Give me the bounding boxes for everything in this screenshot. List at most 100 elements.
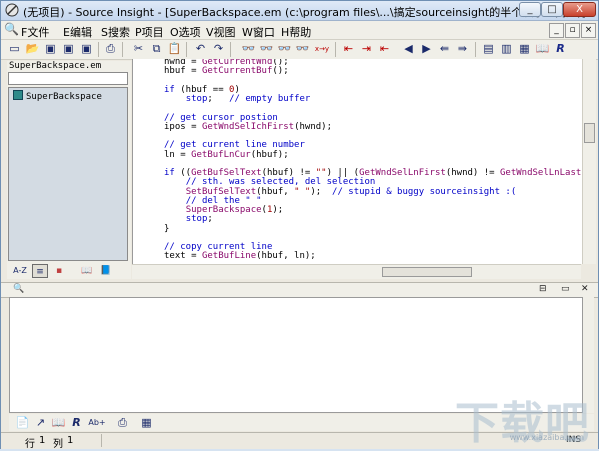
code-token: " "	[294, 186, 311, 197]
code-line[interactable]: SuperBackspace(1);	[164, 205, 582, 215]
code-token: (hbuf);	[250, 149, 289, 160]
code-token: ;	[207, 214, 213, 225]
mdi-restore-button[interactable]: ▫	[565, 23, 580, 38]
status-line-label: 行	[25, 439, 35, 450]
redo-icon[interactable]: ↷	[211, 42, 226, 56]
code-token: stop	[185, 94, 208, 104]
symbol-list[interactable]: SuperBackspace	[8, 87, 128, 261]
bookmark-next-icon[interactable]: ⇥	[359, 42, 374, 56]
code-token: GetBufLine	[201, 251, 257, 262]
code-line[interactable]: text = GetBufLine(hbuf, ln);	[164, 252, 582, 261]
references-icon[interactable]: R	[69, 416, 84, 430]
maximize-button[interactable]: □	[541, 2, 563, 17]
menu-search[interactable]: S搜索	[101, 24, 130, 40]
sidebar-tabs: A-Z ≡ ▪ 📖 📘	[7, 263, 131, 279]
status-line-value: 1	[39, 435, 46, 446]
save-icon[interactable]: ▣	[43, 42, 58, 56]
print-icon[interactable]: ⎙	[103, 42, 118, 56]
toolbar-separator	[186, 42, 187, 57]
open-folder-icon[interactable]: 📂	[25, 42, 40, 56]
menu-edit[interactable]: E编辑	[63, 24, 92, 40]
editor-hscroll-thumb[interactable]	[382, 267, 472, 277]
category-view-tab[interactable]: ▪	[51, 264, 67, 278]
close-file-icon[interactable]: ▣	[79, 42, 94, 56]
mdi-minimize-button[interactable]: _	[549, 23, 564, 38]
editor-vscroll-thumb[interactable]	[584, 123, 595, 143]
panel-dock-icon[interactable]: ⊟	[539, 284, 547, 294]
code-token: text =	[164, 251, 202, 262]
code-line[interactable]: }	[164, 223, 582, 234]
code-token: ;	[207, 94, 230, 104]
function-icon	[13, 90, 23, 100]
menu-options[interactable]: O选项	[170, 24, 201, 40]
lock-context-icon[interactable]: 📄	[15, 416, 30, 430]
book-tab-icon[interactable]: 📘	[98, 264, 114, 278]
code-token: );	[272, 205, 284, 215]
editor-horizontal-scrollbar[interactable]	[132, 264, 581, 279]
menu-file[interactable]: F文件	[21, 24, 49, 40]
minimize-button[interactable]: _	[519, 2, 541, 17]
menu-window[interactable]: W窗口	[242, 24, 275, 40]
panel-restore-icon[interactable]: ▭	[561, 284, 570, 294]
code-line[interactable]: stop;	[164, 215, 582, 224]
toolbar-separator	[230, 42, 231, 57]
find-prev-icon[interactable]: 👓	[277, 42, 292, 56]
relation-window-icon[interactable]: ▥	[499, 42, 514, 56]
code-token: ipos =	[164, 121, 202, 132]
jump-forward-icon[interactable]: ⇛	[455, 42, 470, 56]
copy-icon[interactable]: ⧉	[149, 42, 164, 56]
code-token: }	[164, 223, 170, 234]
code-token: GetBufLnCur	[191, 149, 251, 160]
find-icon[interactable]: 👓	[241, 42, 256, 56]
font-size-icon[interactable]: Ab+	[87, 416, 107, 430]
code-token: (hbuf,	[256, 186, 295, 197]
book-icon[interactable]: 📖	[51, 416, 66, 430]
code-token: stop	[185, 214, 208, 225]
options-icon[interactable]: ▦	[139, 416, 154, 430]
bookmark-icon[interactable]: ⇤	[341, 42, 356, 56]
menu-help[interactable]: H帮助	[281, 24, 311, 40]
menu-view[interactable]: V视图	[206, 24, 236, 40]
search-files-icon[interactable]: 👓	[295, 42, 310, 56]
context-window-icon[interactable]: ▦	[517, 42, 532, 56]
code-editor[interactable]: hwnd = GetCurrentWnd(); hbuf = GetCurrent…	[132, 59, 582, 264]
find-next-icon[interactable]: 👓	[259, 42, 274, 56]
close-button[interactable]: X	[563, 2, 596, 17]
browse-book-icon[interactable]: 📖	[535, 42, 550, 56]
new-file-icon[interactable]: ▭	[7, 42, 22, 56]
browse-tab-icon[interactable]: 📖	[79, 264, 95, 278]
code-token: (hwnd) !=	[445, 168, 500, 178]
code-line[interactable]: hbuf = GetCurrentBuf();	[164, 67, 582, 76]
menu-project[interactable]: P项目	[135, 24, 164, 40]
save-all-icon[interactable]: ▣	[61, 42, 76, 56]
list-view-tab[interactable]: ≡	[32, 264, 48, 278]
panel-close-icon[interactable]: ✕	[581, 284, 589, 294]
code-line[interactable]: ipos = GetWndSelIchFirst(hwnd);	[164, 121, 582, 132]
sort-az-tab[interactable]: A-Z	[11, 264, 29, 278]
mdi-close-button[interactable]: ×	[581, 23, 596, 38]
code-line[interactable]: ln = GetBufLnCur(hbuf);	[164, 149, 582, 160]
bookmark-prev-icon[interactable]: ⇤	[377, 42, 392, 56]
cut-icon[interactable]: ✂	[131, 42, 146, 56]
reference-icon[interactable]: R	[553, 42, 568, 56]
forward-arrow-icon[interactable]: ▶	[419, 42, 434, 56]
undo-icon[interactable]: ↶	[193, 42, 208, 56]
toolbar-separator	[475, 42, 476, 57]
back-arrow-icon[interactable]: ◀	[401, 42, 416, 56]
editor-vertical-scrollbar[interactable]	[582, 59, 596, 264]
symbol-filter-input[interactable]	[8, 72, 128, 85]
symbol-list-item[interactable]: SuperBackspace	[13, 90, 102, 102]
code-token: GetCurrentBuf	[201, 66, 273, 77]
app-menu-icon[interactable]: 🔍	[4, 22, 19, 36]
code-token: (hwnd);	[294, 121, 332, 132]
context-panel-header: 🔍 ⊟ ▭ ✕	[1, 282, 598, 298]
main-toolbar: ▭ 📂 ▣ ▣ ▣ ⎙ ✂ ⧉ 📋 ↶ ↷ 👓 👓 👓 👓 x→y ⇤ ⇥ ⇤ …	[1, 40, 598, 60]
symbol-window-icon[interactable]: ▤	[481, 42, 496, 56]
jump-back-icon[interactable]: ⇚	[437, 42, 452, 56]
jump-to-def-icon[interactable]: ↗	[33, 416, 48, 430]
print-context-icon[interactable]: ⎙	[115, 416, 130, 430]
paste-icon[interactable]: 📋	[167, 42, 182, 56]
replace-icon[interactable]: x→y	[313, 42, 331, 56]
code-line[interactable]: stop; // empty buffer	[164, 94, 582, 104]
code-content[interactable]: hwnd = GetCurrentWnd(); hbuf = GetCurrent…	[164, 59, 582, 262]
